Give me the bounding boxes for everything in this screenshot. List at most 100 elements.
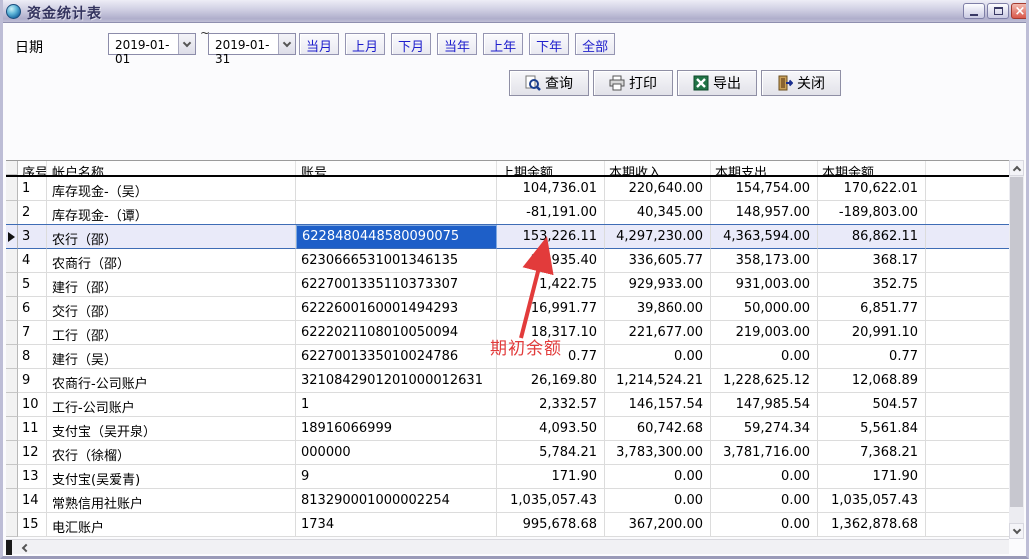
cell-account-no[interactable]: 000000: [296, 441, 497, 465]
cell-expense[interactable]: 147,985.54: [711, 393, 818, 417]
cell-prev-balance[interactable]: 995,678.68: [497, 513, 605, 537]
cell-account-name[interactable]: 库存现金-（吴）: [47, 177, 296, 201]
cell-current-balance[interactable]: 20,991.10: [818, 321, 926, 345]
window-close-button[interactable]: ×: [1011, 3, 1029, 19]
scroll-up-button[interactable]: [1009, 160, 1024, 176]
cell-current-balance[interactable]: 352.75: [818, 273, 926, 297]
cell-seq[interactable]: 8: [18, 345, 47, 369]
table-row[interactable]: 6交行（邵）622260016000149429316,991.7739,860…: [6, 297, 1009, 321]
cell-expense[interactable]: 3,781,716.00: [711, 441, 818, 465]
cell-income[interactable]: 336,605.77: [605, 249, 711, 273]
cell-current-balance[interactable]: 1,362,878.68: [818, 513, 926, 537]
cell-account-name[interactable]: 支付宝(吴爱青): [47, 465, 296, 489]
cell-seq[interactable]: 2: [18, 201, 47, 225]
cell-seq[interactable]: 15: [18, 513, 47, 537]
cell-prev-balance[interactable]: 171.90: [497, 465, 605, 489]
cell-account-no[interactable]: 18916066999: [296, 417, 497, 441]
cell-current-balance[interactable]: 171.90: [818, 465, 926, 489]
maximize-button[interactable]: [987, 3, 1009, 19]
cell-seq[interactable]: 7: [18, 321, 47, 345]
cell-expense[interactable]: 50,000.00: [711, 297, 818, 321]
cell-seq[interactable]: 12: [18, 441, 47, 465]
cell-expense[interactable]: 4,363,594.00: [711, 225, 818, 249]
quick-current-year-button[interactable]: 当年: [437, 33, 477, 55]
cell-account-no[interactable]: 1734: [296, 513, 497, 537]
cell-prev-balance[interactable]: 4,093.50: [497, 417, 605, 441]
table-row[interactable]: 1库存现金-（吴）104,736.01220,640.00154,754.001…: [6, 177, 1009, 201]
quick-prev-year-button[interactable]: 上年: [483, 33, 523, 55]
cell-seq[interactable]: 14: [18, 489, 47, 513]
cell-account-name[interactable]: 电汇账户: [47, 513, 296, 537]
cell-current-balance[interactable]: 504.57: [818, 393, 926, 417]
cell-current-balance[interactable]: 5,561.84: [818, 417, 926, 441]
cell-current-balance[interactable]: 1,035,057.43: [818, 489, 926, 513]
cell-account-no[interactable]: 6227001335110373307: [296, 273, 497, 297]
cell-account-no[interactable]: 813290001000002254: [296, 489, 497, 513]
column-header-col-account-no[interactable]: 账号: [296, 161, 497, 175]
cell-expense[interactable]: 0.00: [711, 489, 818, 513]
cell-account-no[interactable]: 6222600160001494293: [296, 297, 497, 321]
date-to-dropdown-button[interactable]: [278, 34, 295, 54]
cell-expense[interactable]: 1,228,625.12: [711, 369, 818, 393]
cell-expense[interactable]: 59,274.34: [711, 417, 818, 441]
table-row[interactable]: 4农商行（邵）623066653100134613521,935.40336,6…: [6, 249, 1009, 273]
cell-expense[interactable]: 219,003.00: [711, 321, 818, 345]
quick-prev-month-button[interactable]: 上月: [345, 33, 385, 55]
cell-income[interactable]: 3,783,300.00: [605, 441, 711, 465]
quick-next-month-button[interactable]: 下月: [391, 33, 431, 55]
cell-current-balance[interactable]: 368.17: [818, 249, 926, 273]
column-header-col-prev-balance[interactable]: 上期余额: [497, 161, 605, 175]
cell-income[interactable]: 221,677.00: [605, 321, 711, 345]
cell-prev-balance[interactable]: 21,935.40: [497, 249, 605, 273]
cell-current-balance[interactable]: -189,803.00: [818, 201, 926, 225]
export-button[interactable]: 导出: [677, 70, 757, 96]
cell-seq[interactable]: 3: [18, 225, 47, 249]
table-row[interactable]: 3农行（邵）6228480448580090075153,226.114,297…: [6, 225, 1009, 249]
cell-expense[interactable]: 0.00: [711, 465, 818, 489]
column-header-col-account-name[interactable]: 帐户名称: [47, 161, 296, 175]
table-row[interactable]: 15电汇账户1734995,678.68367,200.000.001,362,…: [6, 513, 1009, 537]
cell-current-balance[interactable]: 170,622.01: [818, 177, 926, 201]
column-header-col-expense[interactable]: 本期支出: [711, 161, 818, 175]
cell-account-name[interactable]: 建行（邵）: [47, 273, 296, 297]
minimize-button[interactable]: [963, 3, 985, 19]
cell-expense[interactable]: 148,957.00: [711, 201, 818, 225]
cell-income[interactable]: 0.00: [605, 489, 711, 513]
cell-account-name[interactable]: 农商行-公司账户: [47, 369, 296, 393]
cell-prev-balance[interactable]: -81,191.00: [497, 201, 605, 225]
cell-account-no[interactable]: 6227001335010024786: [296, 345, 497, 369]
cell-expense[interactable]: 358,173.00: [711, 249, 818, 273]
cell-prev-balance[interactable]: 153,226.11: [497, 225, 605, 249]
cell-account-name[interactable]: 库存现金-（谭）: [47, 201, 296, 225]
cell-prev-balance[interactable]: 26,169.80: [497, 369, 605, 393]
date-from-dropdown-button[interactable]: [178, 34, 195, 54]
cell-income[interactable]: 60,742.68: [605, 417, 711, 441]
cell-account-no[interactable]: 6228480448580090075: [296, 225, 497, 249]
table-row[interactable]: 13支付宝(吴爱青)9171.900.000.00171.90: [6, 465, 1009, 489]
cell-current-balance[interactable]: 6,851.77: [818, 297, 926, 321]
cell-seq[interactable]: 13: [18, 465, 47, 489]
cell-prev-balance[interactable]: 1,035,057.43: [497, 489, 605, 513]
cell-account-no[interactable]: [296, 201, 497, 225]
cell-prev-balance[interactable]: 2,332.57: [497, 393, 605, 417]
date-to-combo[interactable]: 2019-01-31: [208, 33, 296, 55]
vertical-scrollbar-thumb[interactable]: [1010, 177, 1023, 507]
cell-account-no[interactable]: 6230666531001346135: [296, 249, 497, 273]
cell-seq[interactable]: 1: [18, 177, 47, 201]
cell-income[interactable]: 929,933.00: [605, 273, 711, 297]
cell-expense[interactable]: 0.00: [711, 345, 818, 369]
scroll-left-button[interactable]: [16, 541, 32, 554]
quick-current-month-button[interactable]: 当月: [299, 33, 339, 55]
cell-expense[interactable]: 154,754.00: [711, 177, 818, 201]
cell-seq[interactable]: 6: [18, 297, 47, 321]
cell-account-name[interactable]: 农行（邵）: [47, 225, 296, 249]
cell-account-name[interactable]: 建行（吴）: [47, 345, 296, 369]
cell-income[interactable]: 0.00: [605, 465, 711, 489]
cell-income[interactable]: 0.00: [605, 345, 711, 369]
cell-prev-balance[interactable]: 16,991.77: [497, 297, 605, 321]
cell-prev-balance[interactable]: 104,736.01: [497, 177, 605, 201]
column-header-col-income[interactable]: 本期收入: [605, 161, 711, 175]
cell-account-name[interactable]: 农行（徐榴）: [47, 441, 296, 465]
cell-seq[interactable]: 5: [18, 273, 47, 297]
cell-current-balance[interactable]: 0.77: [818, 345, 926, 369]
